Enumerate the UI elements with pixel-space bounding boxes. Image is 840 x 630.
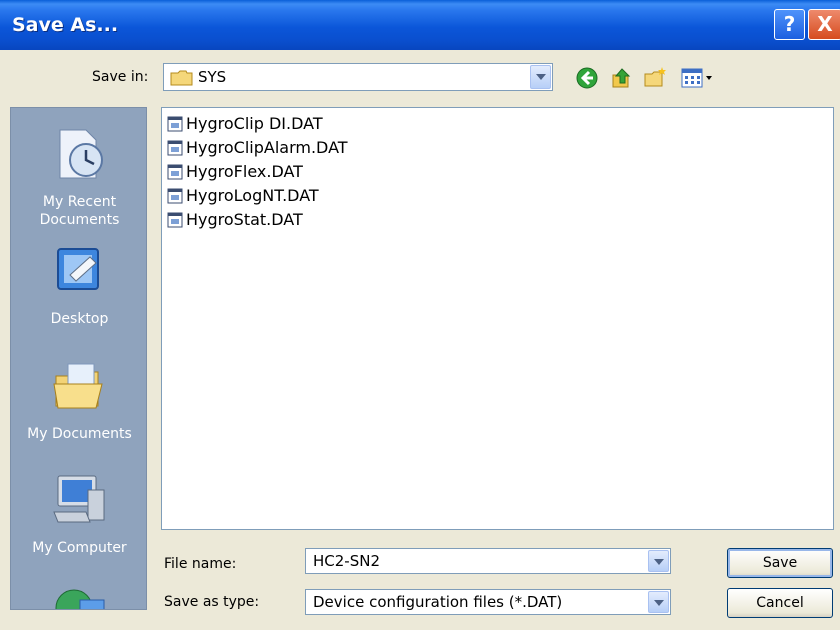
recent-documents-icon [59,129,103,179]
chevron-down-icon[interactable] [648,591,669,613]
dat-file-icon [167,212,183,228]
list-item[interactable]: HygroClipAlarm.DAT [167,137,348,159]
file-name-label: File name: [164,556,237,572]
dat-file-icon [167,140,183,156]
view-menu-icon[interactable] [680,66,714,90]
file-list[interactable]: HygroClip DI.DAT HygroClipAlarm.DAT Hygr… [161,107,834,530]
list-item[interactable]: HygroFlex.DAT [167,161,303,183]
file-name-field[interactable]: HC2-SN2 [305,548,671,574]
dat-file-icon [167,116,183,132]
up-folder-icon[interactable] [610,66,634,90]
list-item[interactable]: HygroLogNT.DAT [167,185,319,207]
place-my-computer[interactable]: My Computer [11,472,146,557]
list-item[interactable]: HygroStat.DAT [167,209,303,231]
save-in-label: Save in: [92,69,149,85]
save-in-dropdown[interactable]: SYS [163,63,553,91]
save-in-value: SYS [198,68,227,86]
place-my-network-places[interactable] [11,586,146,609]
chevron-down-icon[interactable] [530,65,551,89]
save-as-type-value: Device configuration files (*.DAT) [313,593,563,611]
window-title: Save As... [12,14,119,36]
desktop-icon [56,248,99,290]
title-bar[interactable]: Save As... ? X [0,0,840,50]
back-icon[interactable] [575,66,599,90]
save-as-type-label: Save as type: [164,594,260,610]
dat-file-icon [167,164,183,180]
place-label: My Documents [27,426,132,442]
dat-file-icon [167,188,183,204]
save-as-type-dropdown[interactable]: Device configuration files (*.DAT) [305,589,671,615]
file-name-input[interactable]: HC2-SN2 [313,552,380,570]
chevron-down-icon[interactable] [648,550,669,572]
close-button[interactable]: X [808,9,840,40]
my-documents-icon [52,363,103,409]
place-desktop[interactable]: Desktop [11,243,146,328]
my-computer-icon [52,475,104,523]
place-label: My Computer [32,540,127,556]
new-folder-icon[interactable] [643,66,667,90]
network-places-icon [55,589,104,609]
help-button[interactable]: ? [774,9,805,40]
places-bar: My Recent Documents Desktop My Documents… [10,107,147,610]
list-item[interactable]: HygroClip DI.DAT [167,113,323,135]
place-label: Desktop [50,311,109,327]
place-my-documents[interactable]: My Documents [11,358,146,443]
cancel-button[interactable]: Cancel [727,588,833,618]
place-label: My Recent Documents [39,194,120,228]
folder-icon [170,70,193,86]
save-button[interactable]: Save [727,548,833,578]
place-my-recent-documents[interactable]: My Recent Documents [11,126,146,229]
